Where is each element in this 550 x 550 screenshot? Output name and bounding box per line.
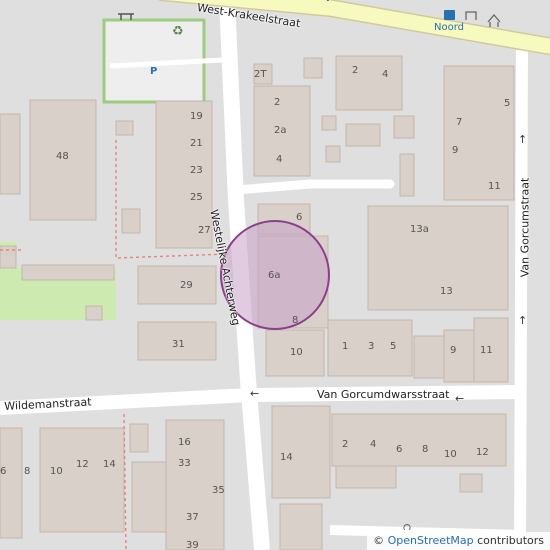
oneway-arrow-icon: ← (455, 392, 465, 405)
house-number: 25 (190, 192, 203, 203)
house-number: 12 (76, 459, 89, 470)
oneway-arrow-icon: ↑ (518, 314, 528, 327)
oneway-arrow-icon: ← (250, 387, 260, 400)
house-number: 9 (452, 145, 459, 156)
house-number: 2a (274, 125, 287, 136)
parking-icon[interactable]: P (150, 67, 157, 77)
attribution-suffix: contributors (473, 534, 544, 547)
openstreetmap-link[interactable]: OpenStreetMap (388, 534, 474, 547)
house-number: 4 (382, 69, 389, 80)
house-number: 37 (186, 512, 199, 523)
house-number: 2T (254, 69, 267, 80)
house-number: 10 (444, 449, 457, 460)
house-number: 3 (368, 341, 375, 352)
house-number: 11 (480, 345, 493, 356)
house-number: 6 (396, 444, 403, 455)
house-number: 31 (172, 339, 185, 350)
house-number: 27 (198, 225, 211, 236)
house-number: 5 (390, 341, 397, 352)
street-label-van-gorcumstraat: Van Gorcumstraat (518, 177, 532, 278)
house-number: 16 (178, 437, 191, 448)
house-number: C (400, 523, 412, 531)
house-number: 8 (292, 315, 299, 326)
house-number: 4 (370, 439, 377, 450)
house-number: 2 (342, 439, 349, 450)
map-canvas[interactable]: West-Krakeelstraat Westelijke Achterweg … (0, 0, 550, 550)
house-number: 2 (352, 65, 359, 76)
house-number: 6 (0, 466, 7, 477)
street-label-van-gorcumdwarsstraat: Van Gorcumdwarsstraat (317, 388, 450, 401)
house-number: 12 (476, 447, 489, 458)
bus-stop-label[interactable]: Noord (434, 23, 464, 33)
recycling-icon[interactable]: ♻ (172, 25, 184, 38)
oneway-arrow-icon: ↑ (518, 133, 528, 146)
house-number: 13 (440, 286, 453, 297)
house-number: 14 (280, 452, 293, 463)
marker-label: 6a (268, 270, 281, 281)
house-number: 8 (24, 466, 31, 477)
house-number: 21 (190, 138, 203, 149)
house-number: 10 (290, 347, 303, 358)
bus-stop-icon[interactable] (444, 10, 455, 20)
house-number: 5 (504, 98, 511, 109)
house-number: 8 (422, 444, 429, 455)
house-number: 48 (56, 151, 69, 162)
house-number: 39 (186, 540, 199, 550)
house-number: 1 (342, 341, 349, 352)
house-number: 29 (180, 280, 193, 291)
house-number: 4 (276, 154, 283, 165)
house-number: 14 (103, 459, 116, 470)
map-attribution: © OpenStreetMap contributors (367, 532, 550, 550)
house-number: 19 (190, 111, 203, 122)
house-number: 23 (190, 165, 203, 176)
house-number: 33 (178, 458, 191, 469)
house-number: 11 (488, 181, 501, 192)
house-number: 35 (212, 485, 225, 496)
house-number: 9 (450, 345, 457, 356)
house-number: 6 (296, 212, 303, 223)
house-number: 2 (274, 97, 281, 108)
house-number: 7 (456, 117, 463, 128)
house-number: 13a (410, 224, 429, 235)
house-number: 10 (50, 466, 63, 477)
attribution-prefix: © (373, 534, 388, 547)
parking-icon[interactable]: P (326, 0, 333, 4)
